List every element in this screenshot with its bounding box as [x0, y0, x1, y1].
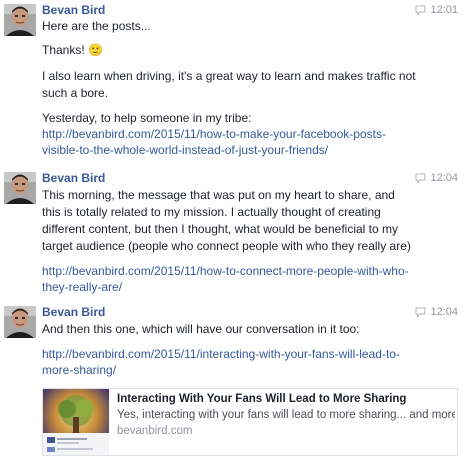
message-meta: 12:04 [415, 172, 458, 184]
link-preview-thumbnail [43, 389, 109, 455]
message-link: they-really-are/ [42, 279, 442, 296]
avatar-photo [4, 306, 36, 338]
message-group: Bevan Bird 12:04 This morning, the messa… [0, 171, 463, 294]
message-text: Yesterday, to help someone in my tribe: [42, 111, 252, 125]
message-text: this is totally related to my mission. I… [42, 205, 381, 219]
sender-name[interactable]: Bevan Bird [42, 3, 105, 17]
post-link[interactable]: http://bevanbird.com/2015/11/how-to-conn… [42, 264, 409, 278]
post-link[interactable]: http://bevanbird.com/2015/11/how-to-make… [42, 127, 386, 141]
message-link: more-sharing/ [42, 362, 442, 379]
message-meta: 12:04 [415, 306, 458, 318]
message-text-thanks: Thanks! 🙂 [42, 43, 103, 57]
message-time: 12:04 [430, 306, 458, 318]
avatar[interactable] [4, 306, 36, 338]
message-text: Thanks! 🙂 [42, 42, 442, 59]
message-text: target audience (people who connect peop… [42, 239, 411, 253]
message-link: http://bevanbird.com/2015/11/interacting… [42, 346, 442, 363]
avatar[interactable] [4, 4, 36, 36]
message-text: different content, but then I thought, w… [42, 222, 399, 236]
message-text: Here are the posts... [42, 19, 151, 33]
speech-bubble-icon[interactable] [415, 5, 426, 15]
message-text: I also learn when driving, it's a great … [42, 69, 416, 83]
message-text: such a bore. [42, 86, 109, 100]
message-text: This morning, the message that was put o… [42, 188, 395, 202]
post-link-continued[interactable]: they-really-are/ [42, 280, 122, 294]
avatar[interactable] [4, 172, 36, 204]
message-link: http://bevanbird.com/2015/11/how-to-make… [42, 126, 442, 143]
message-link: http://bevanbird.com/2015/11/how-to-conn… [42, 263, 442, 280]
post-link-continued[interactable]: visible-to-the-whole-world-instead-of-ju… [42, 143, 328, 157]
avatar-photo [4, 172, 36, 204]
sender-name[interactable]: Bevan Bird [42, 305, 105, 319]
message-group: Bevan Bird 12:04 And then this one, whic… [0, 305, 463, 456]
message-text: And then this one, which will have our c… [42, 322, 360, 336]
link-preview-title: Interacting With Your Fans Will Lead to … [117, 393, 407, 405]
message-time: 12:04 [430, 172, 458, 184]
speech-bubble-icon[interactable] [415, 173, 426, 183]
post-link-continued[interactable]: more-sharing/ [42, 363, 116, 377]
message-group: Bevan Bird 12:01 Here are the posts... T… [0, 3, 463, 157]
message-link: visible-to-the-whole-world-instead-of-ju… [42, 142, 442, 159]
sender-name[interactable]: Bevan Bird [42, 171, 105, 185]
avatar-photo [4, 4, 36, 36]
message-meta: 12:01 [415, 4, 458, 16]
message-time: 12:01 [430, 4, 458, 16]
speech-bubble-icon[interactable] [415, 307, 426, 317]
link-preview-description: Yes, interacting with your fans will lea… [117, 409, 455, 421]
message-thread: Bevan Bird 12:01 Here are the posts... T… [0, 0, 463, 460]
tree-thumbnail-image [43, 389, 109, 455]
link-preview-domain: bevanbird.com [117, 425, 193, 437]
link-preview-card[interactable]: Interacting With Your Fans Will Lead to … [42, 388, 458, 456]
post-link[interactable]: http://bevanbird.com/2015/11/interacting… [42, 347, 400, 361]
